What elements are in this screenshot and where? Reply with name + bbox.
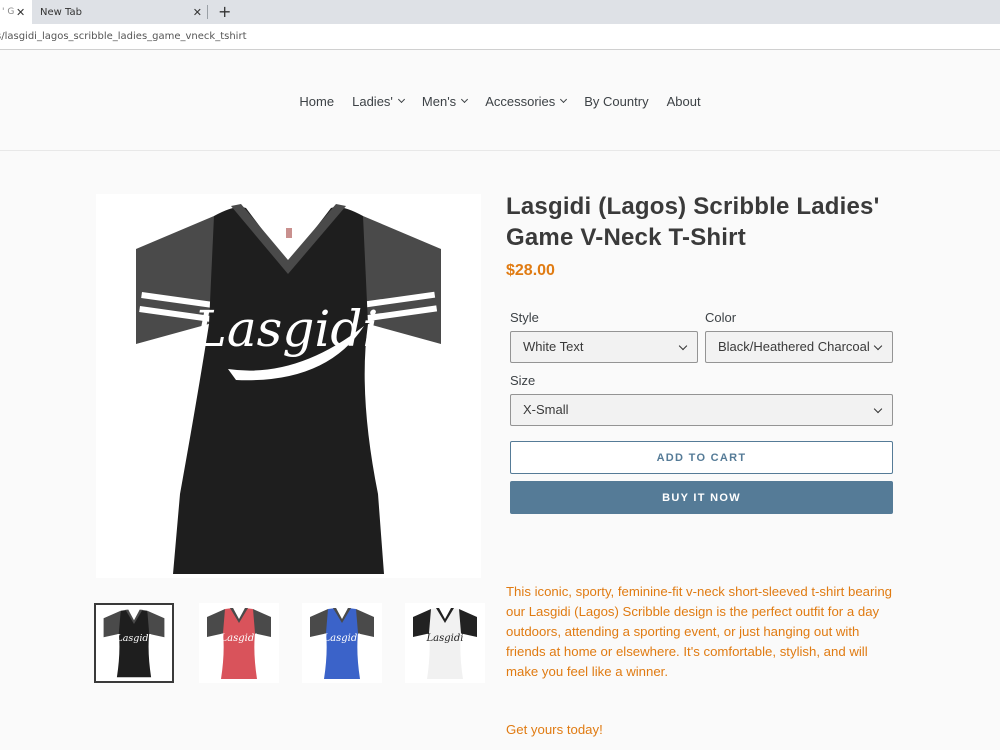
style-select-value: White Text — [523, 339, 584, 354]
nav-item-home[interactable]: Home — [290, 94, 343, 109]
style-label: Style — [510, 310, 539, 325]
nav-item-label: Ladies' — [352, 93, 393, 109]
chevron-down-icon — [560, 95, 568, 103]
product-title: Lasgidi (Lagos) Scribble Ladies' Game V-… — [506, 193, 880, 251]
nav-item-label: Home — [299, 93, 335, 109]
product-thumbnail[interactable]: Lasgidi — [94, 603, 174, 683]
tab-title: New Tab — [40, 6, 82, 18]
svg-text:Lasgidi: Lasgidi — [426, 633, 464, 644]
chevron-down-icon — [461, 95, 469, 103]
nav-item-men-s[interactable]: Men's — [413, 94, 476, 109]
tshirt-thumbnail-image: Lasgidi — [310, 608, 374, 679]
product-price: $28.00 — [506, 262, 555, 279]
browser-tab-new-tab[interactable]: New Tab ✕ — [32, 0, 208, 24]
chevron-down-icon — [873, 341, 883, 351]
style-select[interactable]: White Text — [510, 331, 698, 363]
product-thumbnail[interactable]: Lasgidi — [405, 603, 485, 683]
product-cta: Get yours today! — [506, 722, 603, 737]
nav-item-label: Men's — [421, 93, 457, 109]
product-main-image[interactable]: Lasgidi — [96, 194, 481, 578]
svg-text:Lasgidi: Lasgidi — [323, 633, 361, 644]
color-select[interactable]: Black/Heathered Charcoal — [705, 331, 893, 363]
address-bar[interactable]: s/lasgidi_lagos_scribble_ladies_game_vne… — [0, 24, 1000, 50]
svg-text:Lasgidi: Lasgidi — [220, 633, 258, 644]
nav-item-ladies[interactable]: Ladies' — [343, 94, 413, 109]
product-thumbnail[interactable]: Lasgidi — [302, 603, 382, 683]
size-label: Size — [510, 373, 536, 388]
nav-item-label: By Country — [584, 93, 649, 109]
label-tag — [286, 228, 292, 238]
size-select-value: X-Small — [523, 402, 569, 417]
site-header: Home Ladies' Men's Accessories By Country Abo… — [0, 51, 1000, 151]
chevron-down-icon — [397, 95, 405, 103]
nav-item-accessories[interactable]: Accessories — [476, 94, 575, 109]
add-to-cart-button[interactable]: ADD TO CART — [510, 441, 893, 474]
tshirt-image: Lasgidi — [136, 204, 441, 574]
color-label: Color — [705, 310, 737, 325]
product-thumbnail[interactable]: Lasgidi — [199, 603, 279, 683]
buy-it-now-button[interactable]: BUY IT NOW — [510, 481, 893, 514]
url-text[interactable]: s/lasgidi_lagos_scribble_ladies_game_vne… — [0, 31, 247, 42]
tab-separator — [207, 5, 208, 19]
nav-item-label: Accessories — [485, 93, 556, 109]
nav-item-label: About — [666, 93, 701, 109]
size-select[interactable]: X-Small — [510, 394, 893, 426]
browser-tab-active[interactable]: ' G ✕ — [0, 0, 32, 24]
chevron-down-icon — [873, 404, 883, 414]
close-tab-icon[interactable]: ✕ — [16, 6, 25, 19]
logo-text: Lasgidi — [193, 300, 379, 358]
tab-title: ' G — [2, 7, 15, 17]
close-tab-icon[interactable]: ✕ — [193, 6, 202, 19]
color-select-value: Black/Heathered Charcoal — [718, 339, 870, 354]
product-description: This iconic, sporty, feminine-fit v-neck… — [506, 584, 892, 679]
chevron-down-icon — [678, 341, 688, 351]
tshirt-thumbnail-image: Lasgidi — [207, 608, 271, 679]
nav-item-about[interactable]: About — [658, 94, 710, 109]
main-nav: Home Ladies' Men's Accessories By Country Abo… — [0, 51, 1000, 151]
nav-item-by-country[interactable]: By Country — [575, 94, 657, 109]
browser-tab-bar: ' G ✕ New Tab ✕ + — [0, 0, 1000, 24]
tshirt-thumbnail-image: Lasgidi — [103, 609, 165, 678]
tshirt-thumbnail-image: Lasgidi — [413, 608, 477, 679]
svg-text:Lasgidi: Lasgidi — [115, 633, 151, 644]
new-tab-icon[interactable]: + — [218, 2, 231, 21]
